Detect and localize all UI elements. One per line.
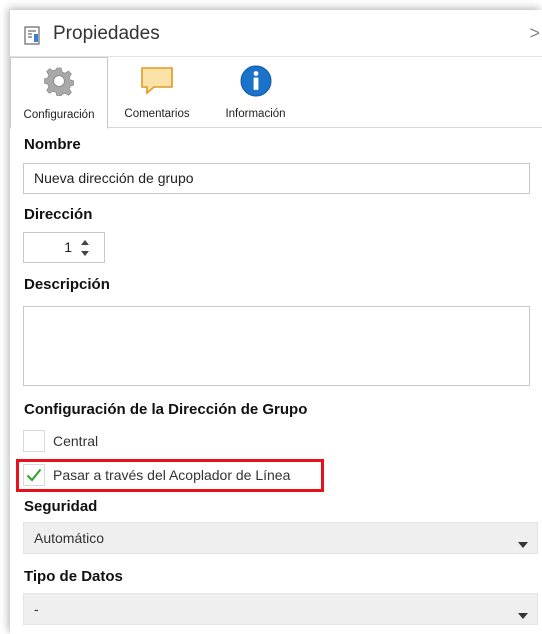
info-icon (208, 65, 303, 97)
security-dropdown[interactable]: Automático (23, 522, 538, 554)
tab-bar: Configuración Comentarios Información (10, 57, 542, 129)
central-label: Central (53, 433, 99, 449)
central-option[interactable]: Central (23, 430, 363, 458)
chevron-down-icon[interactable] (518, 535, 528, 551)
description-label: Descripción (24, 276, 110, 293)
gear-icon (11, 66, 107, 96)
panel-titlebar: Propiedades > (10, 10, 542, 57)
tab-comentarios-label: Comentarios (124, 108, 190, 120)
tab-configuracion[interactable]: Configuración (10, 57, 108, 129)
panel-title: Propiedades (53, 23, 160, 44)
security-label: Seguridad (24, 498, 98, 515)
tab-informacion[interactable]: Información (208, 57, 303, 127)
address-stepper[interactable]: 1 (23, 232, 105, 263)
datatype-dropdown[interactable]: - (23, 593, 538, 625)
properties-icon (24, 26, 42, 51)
datatype-value: - (34, 601, 39, 617)
description-field[interactable] (23, 306, 530, 386)
name-label: Nombre (24, 136, 81, 153)
tab-configuracion-label: Configuración (23, 109, 95, 121)
stepper-arrows-icon[interactable] (80, 237, 90, 264)
group-config-label: Configuración de la Dirección de Grupo (24, 401, 308, 418)
security-value: Automático (34, 530, 105, 546)
comment-icon (107, 65, 207, 95)
address-label: Dirección (24, 206, 93, 223)
central-checkbox[interactable] (23, 430, 45, 452)
name-field[interactable]: Nueva dirección de grupo (23, 163, 530, 194)
address-value: 1 (64, 239, 72, 255)
chevron-down-icon[interactable] (518, 606, 528, 622)
close-icon[interactable]: > (529, 23, 540, 44)
datatype-label: Tipo de Datos (24, 568, 123, 585)
properties-panel: Propiedades > Configuración Comentarios (10, 10, 542, 634)
tab-informacion-label: Información (225, 108, 286, 120)
tab-comentarios[interactable]: Comentarios (107, 57, 207, 127)
highlight-box (16, 459, 324, 492)
